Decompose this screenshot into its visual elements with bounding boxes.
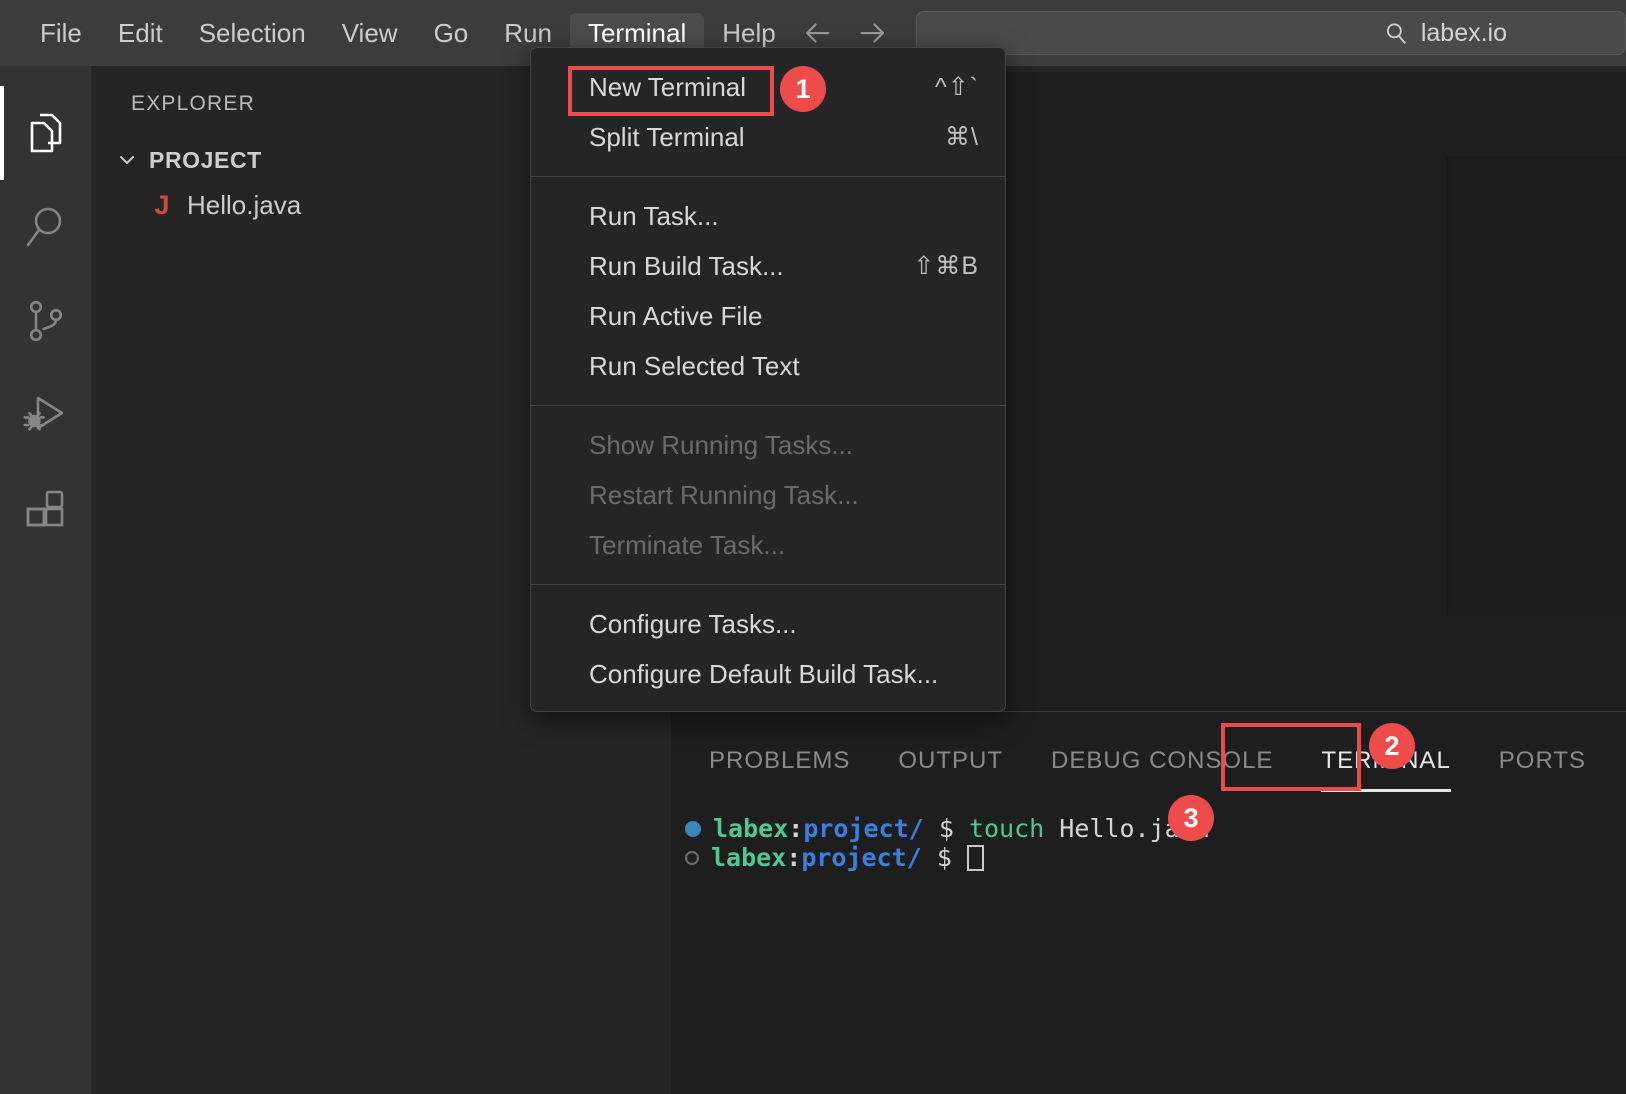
terminal-prompt-symbol: $ (937, 843, 952, 872)
terminal-colon: : (788, 814, 803, 843)
navigation-buttons (800, 16, 890, 50)
menu-item-show-running-tasks: Show Running Tasks... (531, 420, 1005, 470)
menu-item-run-build-task[interactable]: Run Build Task... ⇧⌘B (531, 241, 1005, 291)
menu-item-shortcut: ⇧⌘B (913, 251, 979, 281)
menu-item-configure-default-build-task[interactable]: Configure Default Build Task... (531, 649, 1005, 699)
sidebar-item-source-control[interactable] (0, 274, 91, 368)
terminal-output[interactable]: labex : project/ $ touch Hello.java labe… (671, 800, 1626, 1094)
menu-item-shortcut: ⌘\ (945, 122, 979, 152)
menu-item-run-active-file[interactable]: Run Active File (531, 291, 1005, 341)
terminal-user: labex (713, 814, 788, 843)
panel-tab-bar: PROBLEMS OUTPUT DEBUG CONSOLE TERMINAL P… (671, 734, 1586, 788)
menu-item-run-task[interactable]: Run Task... (531, 191, 1005, 241)
java-file-icon: J (151, 190, 173, 221)
activity-bar (0, 66, 91, 1094)
terminal-dropdown-menu: New Terminal ^⇧` Split Terminal ⌘\ Run T… (530, 47, 1006, 712)
menubar-item-selection[interactable]: Selection (181, 13, 324, 53)
menu-separator (531, 584, 1005, 585)
menu-item-label: Terminate Task... (589, 530, 979, 561)
terminal-prompt-symbol: $ (939, 814, 954, 843)
search-icon (22, 203, 70, 251)
command-center-search[interactable]: labex.io (916, 11, 1626, 55)
tab-output[interactable]: OUTPUT (898, 747, 1003, 775)
annotation-badge-1: 1 (780, 66, 826, 112)
terminal-line: labex : project/ $ touch Hello.java (685, 814, 1626, 843)
vscode-window: File Edit Selection View Go Run Terminal… (0, 0, 1626, 1094)
menubar-item-go[interactable]: Go (416, 13, 487, 53)
menu-item-split-terminal[interactable]: Split Terminal ⌘\ (531, 112, 1005, 162)
menu-item-restart-running-task: Restart Running Task... (531, 470, 1005, 520)
tab-problems[interactable]: PROBLEMS (709, 747, 850, 775)
sidebar-item-run-and-debug[interactable] (0, 368, 91, 462)
command-center-label: labex.io (1421, 19, 1507, 48)
menu-item-terminate-task: Terminate Task... (531, 520, 1005, 570)
menu-item-shortcut: ^⇧` (935, 72, 979, 102)
menu-item-configure-tasks[interactable]: Configure Tasks... (531, 599, 1005, 649)
files-icon (22, 109, 70, 157)
terminal-colon: : (786, 843, 801, 872)
menu-separator (531, 176, 1005, 177)
menu-item-label: Run Active File (589, 301, 979, 332)
menubar-item-view[interactable]: View (324, 13, 416, 53)
terminal-path: project/ (803, 814, 923, 843)
sidebar-item-search[interactable] (0, 180, 91, 274)
sidebar-item-extensions[interactable] (0, 462, 91, 556)
terminal-user: labex (711, 843, 786, 872)
bottom-panel: PROBLEMS OUTPUT DEBUG CONSOLE TERMINAL P… (671, 711, 1626, 1094)
extensions-icon (22, 485, 70, 533)
source-control-icon (22, 297, 70, 345)
annotation-badge-2: 2 (1369, 723, 1415, 769)
menubar-item-edit[interactable]: Edit (100, 13, 181, 53)
menu-item-label: Run Task... (589, 201, 979, 232)
annotation-badge-3: 3 (1168, 795, 1214, 841)
menu-item-label: Run Selected Text (589, 351, 979, 382)
menu-item-label: Run Build Task... (589, 251, 913, 282)
chevron-down-icon (113, 146, 141, 174)
search-icon (1383, 20, 1409, 46)
explorer-file-label: Hello.java (187, 190, 301, 221)
highlight-box-new-terminal (568, 66, 774, 116)
run-debug-icon (22, 391, 70, 439)
explorer-section-label: PROJECT (149, 147, 262, 174)
terminal-command: touch (969, 814, 1044, 843)
arrow-left-icon[interactable] (800, 16, 834, 50)
menu-item-label: Configure Default Build Task... (589, 659, 979, 690)
arrow-right-icon[interactable] (856, 16, 890, 50)
editor-watermark-rect (1446, 156, 1626, 616)
command-pending-marker-icon (685, 851, 699, 865)
terminal-line: labex : project/ $ (685, 843, 1626, 872)
menu-item-label: Split Terminal (589, 122, 945, 153)
menu-item-label: Configure Tasks... (589, 609, 979, 640)
menu-item-label: Restart Running Task... (589, 480, 979, 511)
menu-item-run-selected-text[interactable]: Run Selected Text (531, 341, 1005, 391)
terminal-path: project/ (801, 843, 921, 872)
terminal-cursor (967, 845, 984, 871)
sidebar-item-explorer[interactable] (0, 86, 91, 180)
highlight-box-terminal-tab (1221, 723, 1361, 791)
command-success-marker-icon (685, 821, 701, 837)
menu-item-label: Show Running Tasks... (589, 430, 979, 461)
menubar-item-file[interactable]: File (22, 13, 100, 53)
tab-ports[interactable]: PORTS (1499, 747, 1586, 775)
menu-separator (531, 405, 1005, 406)
